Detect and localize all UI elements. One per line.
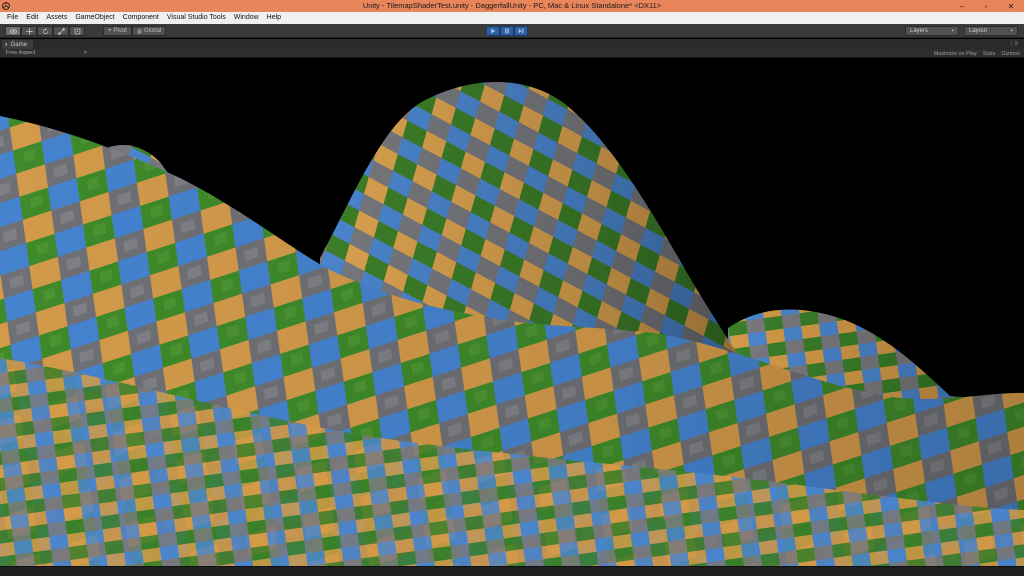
chevron-down-icon: ▾	[1010, 28, 1013, 34]
tab-game[interactable]: ◐ Game	[2, 40, 33, 49]
hand-tool-button[interactable]	[5, 26, 21, 36]
game-view-header: Free Aspect ▾ Maximize on Play Stats Giz…	[0, 49, 1024, 58]
pivot-toggle-button[interactable]: ⌖ Pivot	[103, 26, 132, 36]
tab-menu-icon[interactable]: ⋮≡	[1008, 39, 1018, 49]
menu-help[interactable]: Help	[263, 12, 285, 24]
menu-component[interactable]: Component	[119, 12, 163, 24]
menu-gameobject[interactable]: GameObject	[71, 12, 118, 24]
rect-tool-button[interactable]	[69, 26, 85, 36]
game-tab-label: Game	[10, 41, 27, 48]
status-bar	[0, 566, 1024, 576]
pivot-label: Pivot	[113, 28, 127, 34]
gizmos-dropdown[interactable]: Gizmos	[1001, 51, 1020, 57]
chevron-down-icon: ▾	[84, 50, 87, 56]
pivot-icon: ⌖	[108, 27, 112, 34]
close-button[interactable]: ✕	[998, 0, 1024, 12]
globe-icon: ◍	[136, 28, 142, 35]
menu-window[interactable]: Window	[230, 12, 263, 24]
aspect-dropdown[interactable]: Free Aspect	[6, 49, 35, 58]
pause-button[interactable]	[500, 26, 514, 36]
menu-edit[interactable]: Edit	[22, 12, 42, 24]
layout-dropdown[interactable]: Layout ▾	[964, 26, 1018, 36]
game-controller-icon: ◐	[5, 41, 9, 48]
play-button[interactable]	[486, 26, 500, 36]
menu-bar: File Edit Assets GameObject Component Vi…	[0, 12, 1024, 24]
title-bar: Unity - TilemapShaderTest.unity - Dagger…	[0, 0, 1024, 12]
layers-dropdown[interactable]: Layers ▾	[905, 26, 959, 36]
move-icon	[25, 27, 33, 35]
play-icon	[491, 28, 496, 34]
play-controls	[486, 26, 528, 36]
pivot-handle-group: ⌖ Pivot ◍ Global	[103, 26, 167, 36]
maximize-on-play-toggle[interactable]: Maximize on Play	[934, 51, 977, 57]
scale-tool-button[interactable]	[53, 26, 69, 36]
terrain-render	[0, 81, 1024, 566]
rect-icon	[74, 28, 80, 34]
layers-label: Layers	[910, 28, 929, 34]
unity-logo-icon	[0, 0, 12, 12]
menu-assets[interactable]: Assets	[42, 12, 71, 24]
stats-toggle[interactable]: Stats	[983, 51, 996, 57]
game-viewport[interactable]	[0, 58, 1024, 566]
chevron-down-icon: ▾	[951, 28, 954, 34]
hand-icon	[9, 28, 17, 34]
maximize-button[interactable]: ▫	[974, 0, 998, 12]
layout-label: Layout	[969, 28, 988, 34]
transform-tools	[5, 26, 85, 36]
global-toggle-button[interactable]: ◍ Global	[131, 26, 167, 36]
window-title: Unity - TilemapShaderTest.unity - Dagger…	[362, 1, 662, 10]
step-icon	[518, 28, 524, 34]
rotate-icon	[42, 27, 48, 34]
scale-icon	[57, 27, 65, 35]
rotate-tool-button[interactable]	[37, 26, 53, 36]
main-toolbar: ⌖ Pivot ◍ Global Layers ▾ Layout ▾	[0, 24, 1024, 38]
game-tab-strip: ◐ Game ⋮≡	[0, 39, 1024, 49]
menu-file[interactable]: File	[3, 12, 22, 24]
global-label: Global	[143, 28, 162, 34]
minimize-button[interactable]: –	[950, 0, 974, 12]
step-button[interactable]	[514, 26, 528, 36]
move-tool-button[interactable]	[21, 26, 37, 36]
pause-icon	[505, 28, 509, 34]
menu-visual-studio-tools[interactable]: Visual Studio Tools	[163, 12, 230, 24]
